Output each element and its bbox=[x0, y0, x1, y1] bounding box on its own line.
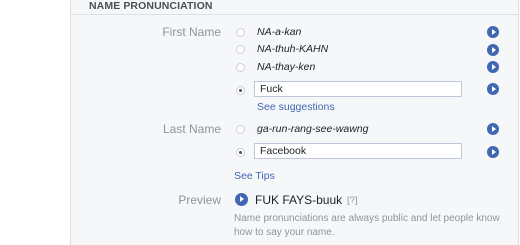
last-name-label: Last Name bbox=[162, 122, 221, 136]
first-name-option-2-radio[interactable] bbox=[236, 45, 245, 54]
first-name-option-3-text: NA-thay-ken bbox=[257, 61, 316, 73]
play-icon[interactable] bbox=[487, 26, 499, 38]
play-icon[interactable] bbox=[235, 193, 248, 206]
play-icon[interactable] bbox=[487, 61, 499, 73]
preview-label: Preview bbox=[178, 193, 221, 207]
section-header: NAME PRONUNCIATION bbox=[71, 0, 518, 15]
section-title: NAME PRONUNCIATION bbox=[89, 0, 213, 12]
name-pronunciation-panel: NAME PRONUNCIATION First Name NA-a-kan N… bbox=[70, 0, 519, 245]
play-icon[interactable] bbox=[487, 44, 499, 56]
first-name-custom-input[interactable] bbox=[254, 81, 462, 97]
first-name-option-3-radio[interactable] bbox=[236, 63, 245, 72]
first-name-option-2-text: NA-thuh-KAHN bbox=[257, 43, 329, 55]
play-icon[interactable] bbox=[487, 146, 499, 158]
see-tips-link[interactable]: See Tips bbox=[234, 170, 275, 182]
last-name-option-1-text: ga-run-rang-see-wawng bbox=[257, 123, 369, 135]
first-name-label: First Name bbox=[162, 25, 221, 39]
first-name-custom-radio[interactable] bbox=[236, 86, 245, 95]
last-name-custom-radio[interactable] bbox=[236, 148, 245, 157]
play-icon[interactable] bbox=[487, 123, 499, 135]
see-suggestions-link[interactable]: See suggestions bbox=[257, 101, 335, 113]
preview-pronunciation: FUK FAYS-buuk bbox=[255, 193, 343, 207]
last-name-option-1-radio[interactable] bbox=[236, 125, 245, 134]
play-icon[interactable] bbox=[487, 83, 499, 95]
last-name-custom-input[interactable] bbox=[254, 143, 462, 159]
first-name-option-1-text: NA-a-kan bbox=[257, 26, 302, 38]
help-link[interactable]: [?] bbox=[347, 195, 358, 206]
first-name-option-1-radio[interactable] bbox=[236, 28, 245, 37]
privacy-note: Name pronunciations are always public an… bbox=[234, 213, 500, 238]
